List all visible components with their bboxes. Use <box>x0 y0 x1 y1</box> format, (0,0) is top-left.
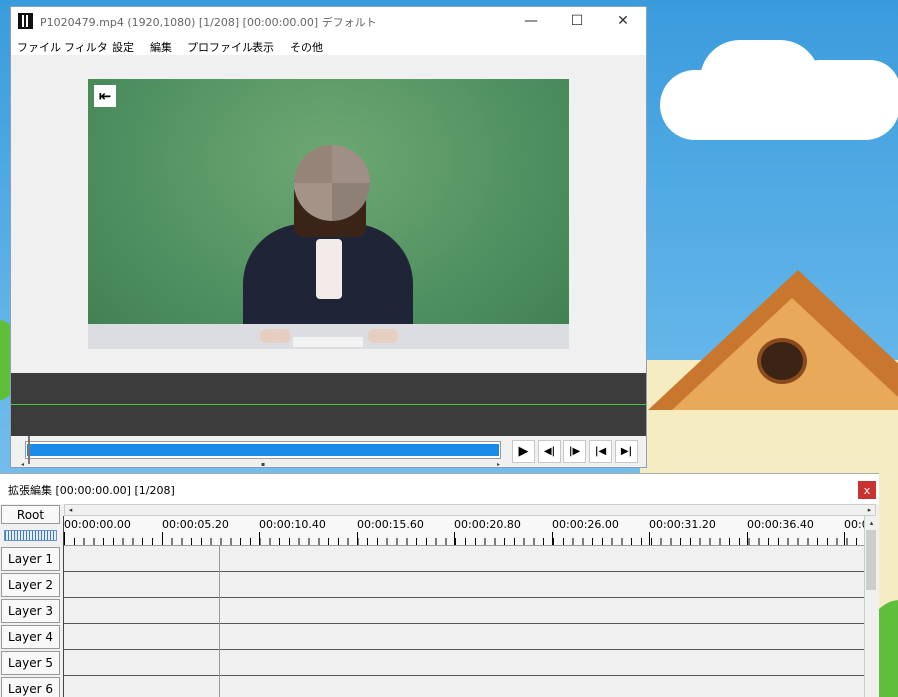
ruler-major-tick <box>259 532 260 545</box>
ruler-major-tick <box>844 532 845 545</box>
ruler-major-tick <box>747 532 748 545</box>
menu-bar: ファイル フィルタ 設定 編集 プロファイル 表示 その他 <box>11 35 646 55</box>
menu-edit[interactable]: 編集 <box>150 39 172 55</box>
seek-bar[interactable] <box>25 436 501 464</box>
ruler-major-tick <box>64 532 65 545</box>
cloud <box>790 60 898 120</box>
ruler-label: 00:00:15.60 <box>357 518 424 531</box>
app-film-icon <box>18 13 33 29</box>
scene-end-line <box>219 546 220 697</box>
video-person-face-mosaic <box>294 145 370 221</box>
ruler-major-tick <box>454 532 455 545</box>
video-person-shirt <box>316 239 342 299</box>
preview-area: ⇤ <box>11 55 646 373</box>
close-button[interactable]: ✕ <box>600 7 646 35</box>
scroll-left-icon[interactable]: ◂ <box>65 505 76 515</box>
layer-1-track[interactable] <box>64 546 864 572</box>
extended-edit-window: 拡張編集 [00:00:00.00] [1/208] x ◂ ▸ Root 00… <box>0 473 879 697</box>
layer-4-label[interactable]: Layer 4 <box>1 625 60 649</box>
video-frame[interactable]: ⇤ <box>88 79 569 349</box>
time-ruler[interactable]: 00:00:00.00 00:00:05.20 00:00:10.40 00:0… <box>64 516 864 546</box>
menu-file[interactable]: ファイル <box>17 39 61 55</box>
next-frame-button[interactable]: |▶ <box>563 440 586 463</box>
video-preview-window: P1020479.mp4 (1920,1080) [1/208] [00:00:… <box>10 6 647 468</box>
layer-3-track[interactable] <box>64 598 864 624</box>
go-start-button[interactable]: |◀ <box>589 440 612 463</box>
layer-3-label[interactable]: Layer 3 <box>1 599 60 623</box>
ruler-major-tick <box>552 532 553 545</box>
layer-2-label[interactable]: Layer 2 <box>1 573 60 597</box>
video-hand-left <box>260 329 290 343</box>
scroll-right-icon[interactable]: ▸ <box>864 505 875 515</box>
timeline-titlebar[interactable]: 拡張編集 [00:00:00.00] [1/208] x <box>0 474 879 504</box>
close-icon[interactable]: x <box>858 481 876 499</box>
go-end-button[interactable]: ▶| <box>615 440 638 463</box>
layer-5-label[interactable]: Layer 5 <box>1 651 60 675</box>
ruler-minor-ticks <box>64 538 864 545</box>
menu-settings[interactable]: 設定 <box>112 39 134 55</box>
menu-profile[interactable]: プロファイル <box>187 39 253 55</box>
maximize-button[interactable]: ☐ <box>554 7 600 35</box>
video-papers <box>293 337 363 347</box>
ruler-label: 00:00:00.00 <box>64 518 131 531</box>
ruler-label: 00:00:20.80 <box>454 518 521 531</box>
seek-tick: ▪ <box>261 461 266 468</box>
layer-6-track[interactable] <box>64 676 864 697</box>
video-window-titlebar[interactable]: P1020479.mp4 (1920,1080) [1/208] [00:00:… <box>11 7 646 35</box>
layer-5-track[interactable] <box>64 650 864 676</box>
layer-2-track[interactable] <box>64 572 864 598</box>
seek-tick: ◂ <box>21 461 25 468</box>
vertical-scroll-thumb[interactable] <box>866 530 876 590</box>
go-start-overlay-icon[interactable]: ⇤ <box>94 85 116 107</box>
ruler-major-tick <box>357 532 358 545</box>
seek-tick: ▸ <box>497 461 501 468</box>
seek-bar-fill <box>27 444 499 456</box>
playhead-cursor[interactable] <box>63 516 64 697</box>
horizontal-scrollbar[interactable]: ◂ ▸ <box>64 504 876 516</box>
video-window-title: P1020479.mp4 (1920,1080) [1/208] [00:00:… <box>40 16 377 29</box>
menu-filter[interactable]: フィルタ <box>64 39 108 55</box>
layer-1-label[interactable]: Layer 1 <box>1 547 60 571</box>
vertical-scrollbar[interactable]: ▴ <box>864 516 877 697</box>
ruler-major-tick <box>649 532 650 545</box>
ruler-label: 00:00:10.40 <box>259 518 326 531</box>
playback-controls: ◂ ▪ ▸ ▶ ◀| |▶ |◀ ▶| <box>11 436 646 468</box>
ruler-major-tick <box>162 532 163 545</box>
ruler-label: 00:00:36.40 <box>747 518 814 531</box>
layer-6-label[interactable]: Layer 6 <box>1 677 60 697</box>
prev-frame-button[interactable]: ◀| <box>538 440 561 463</box>
menu-view[interactable]: 表示 <box>252 39 274 55</box>
video-hand-right <box>368 329 398 343</box>
ruler-label: 00:00:05.20 <box>162 518 229 531</box>
audio-waveform-toggle[interactable] <box>4 530 57 541</box>
root-button[interactable]: Root <box>1 505 60 524</box>
layer-4-track[interactable] <box>64 624 864 650</box>
timeline-green-line <box>11 404 646 405</box>
timeline-window-title: 拡張編集 [00:00:00.00] [1/208] <box>8 484 175 497</box>
birdhouse-hole <box>757 338 807 384</box>
ruler-label: 00:00:31.20 <box>649 518 716 531</box>
play-button[interactable]: ▶ <box>512 440 535 463</box>
timeline-strip <box>11 373 646 436</box>
scroll-up-icon[interactable]: ▴ <box>866 518 877 528</box>
ruler-label: 00:00:26.00 <box>552 518 619 531</box>
seek-knob[interactable] <box>28 436 30 464</box>
minimize-button[interactable]: — <box>508 7 554 35</box>
menu-other[interactable]: その他 <box>290 39 323 55</box>
ruler-label: 00:00:4 <box>844 518 864 531</box>
